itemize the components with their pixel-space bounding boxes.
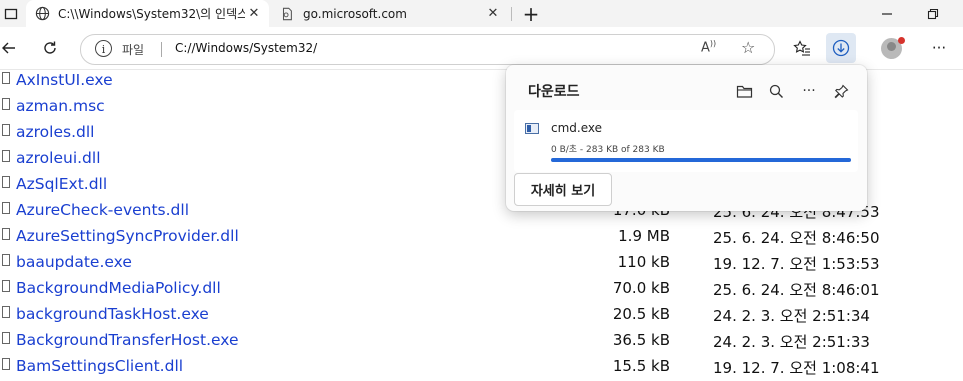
back-icon[interactable] <box>0 35 22 61</box>
file-icon <box>2 306 10 318</box>
table-row: BackgroundTransferHost.exe 36.5 kB 24. 2. … <box>0 329 963 355</box>
file-size: 110 kB <box>617 253 670 271</box>
tab-strip: C:\\Windows\System32\의 인덱스 ✕ go.microsof… <box>0 0 963 27</box>
downloads-title: 다운로드 <box>528 84 580 100</box>
open-folder-icon[interactable] <box>734 81 754 101</box>
file-icon <box>2 176 10 188</box>
file-link[interactable]: baaupdate.exe <box>16 253 132 271</box>
file-link[interactable]: azroles.dll <box>16 123 94 141</box>
toolbar: i 파일 C://Windows/System32/ A)) ☆ ··· <box>0 27 963 70</box>
file-link[interactable]: AxInstUI.exe <box>16 71 113 89</box>
file-link[interactable]: BamSettingsClient.dll <box>16 357 183 375</box>
url-text[interactable]: C://Windows/System32/ <box>175 41 317 55</box>
tab-go-microsoft[interactable]: go.microsoft.com ✕ <box>271 0 508 27</box>
more-icon[interactable]: ··· <box>799 81 819 101</box>
table-row: AzureSettingSyncProvider.dll 1.9 MB 25. 6.… <box>0 225 963 251</box>
table-row: baaupdate.exe 110 kB 19. 12. 7. 오전 1:53:53 <box>0 251 963 277</box>
add-favorite-icon[interactable]: ☆ <box>741 38 755 57</box>
download-icon <box>832 39 850 57</box>
file-size: 20.5 kB <box>612 305 670 323</box>
file-icon <box>2 202 10 214</box>
file-modified-date: 19. 12. 7. 오전 1:08:41 <box>713 359 880 377</box>
address-bar[interactable]: i 파일 C://Windows/System32/ A)) ☆ <box>80 34 775 65</box>
page-icon <box>279 6 295 22</box>
download-item[interactable]: cmd.exe 0 B/초 - 283 KB of 283 KB <box>514 110 858 172</box>
download-file-name: cmd.exe <box>551 121 603 135</box>
address-divider <box>161 42 162 57</box>
exe-file-icon <box>525 123 539 134</box>
downloads-button[interactable] <box>826 33 856 63</box>
restore-icon[interactable] <box>922 0 944 27</box>
table-row: BamSettingsClient.dll 15.5 kB 19. 12. 7. 오… <box>0 355 963 381</box>
file-modified-date: 19. 12. 7. 오전 1:53:53 <box>713 255 880 273</box>
file-icon <box>2 98 10 110</box>
file-icon <box>2 280 10 292</box>
globe-icon <box>34 6 50 22</box>
file-modified-date: 25. 6. 24. 오전 8:46:50 <box>713 229 880 247</box>
new-tab-button[interactable]: + <box>518 0 544 27</box>
minimize-icon[interactable] <box>876 0 898 27</box>
file-size: 36.5 kB <box>612 331 670 349</box>
close-tab-icon[interactable]: ✕ <box>484 6 502 21</box>
info-icon[interactable]: i <box>95 40 112 57</box>
file-icon <box>2 228 10 240</box>
download-progress-fill <box>551 158 851 162</box>
file-link[interactable]: BackgroundTransferHost.exe <box>16 331 239 349</box>
file-icon <box>2 254 10 266</box>
scheme-chip: 파일 <box>122 43 145 57</box>
file-link[interactable]: AzureSettingSyncProvider.dll <box>16 227 239 245</box>
table-row: backgroundTaskHost.exe 20.5 kB 24. 2. 3. 오… <box>0 303 963 329</box>
more-options-icon[interactable]: ··· <box>926 35 952 61</box>
tab-divider <box>511 7 512 21</box>
file-link[interactable]: BackgroundMediaPolicy.dll <box>16 279 221 297</box>
file-modified-date: 25. 6. 24. 오전 8:46:01 <box>713 281 880 299</box>
tab-system32[interactable]: C:\\Windows\System32\의 인덱스 ✕ <box>26 0 269 27</box>
file-link[interactable]: AzSqlExt.dll <box>16 175 107 193</box>
file-icon <box>2 332 10 344</box>
download-status: 0 B/초 - 283 KB of 283 KB <box>551 145 665 155</box>
download-progress-bar <box>551 158 851 162</box>
file-size: 70.0 kB <box>612 279 670 297</box>
file-size: 1.9 MB <box>618 227 670 245</box>
file-icon <box>2 72 10 84</box>
tab-title: C:\\Windows\System32\의 인덱스 <box>58 7 245 21</box>
file-link[interactable]: AzureCheck-events.dll <box>16 201 189 219</box>
table-row: BackgroundMediaPolicy.dll 70.0 kB 25. 6. 2… <box>0 277 963 303</box>
downloads-flyout: 다운로드 ··· cmd.exe 0 B/초 - 283 KB of 283 K… <box>506 65 867 211</box>
tab-title: go.microsoft.com <box>303 6 407 21</box>
file-modified-date: 24. 2. 3. 오전 2:51:33 <box>713 333 870 351</box>
show-more-button[interactable]: 자세히 보기 <box>514 173 612 206</box>
pin-icon[interactable] <box>831 81 851 101</box>
file-link[interactable]: backgroundTaskHost.exe <box>16 305 209 323</box>
read-aloud-icon[interactable]: A)) <box>701 39 716 55</box>
favorites-icon[interactable] <box>789 35 815 61</box>
close-tab-icon[interactable]: ✕ <box>245 6 263 21</box>
file-icon <box>2 150 10 162</box>
file-link[interactable]: azman.msc <box>16 97 105 115</box>
read-aloud-label: A <box>701 40 710 56</box>
profile-alert-badge <box>898 37 905 44</box>
refresh-icon[interactable] <box>37 35 63 61</box>
file-icon <box>2 124 10 136</box>
window-menu-icon[interactable] <box>0 0 22 27</box>
file-link[interactable]: azroleui.dll <box>16 149 101 167</box>
search-icon[interactable] <box>766 81 786 101</box>
file-modified-date: 24. 2. 3. 오전 2:51:34 <box>713 307 870 325</box>
file-size: 15.5 kB <box>612 357 670 375</box>
file-icon <box>2 358 10 370</box>
